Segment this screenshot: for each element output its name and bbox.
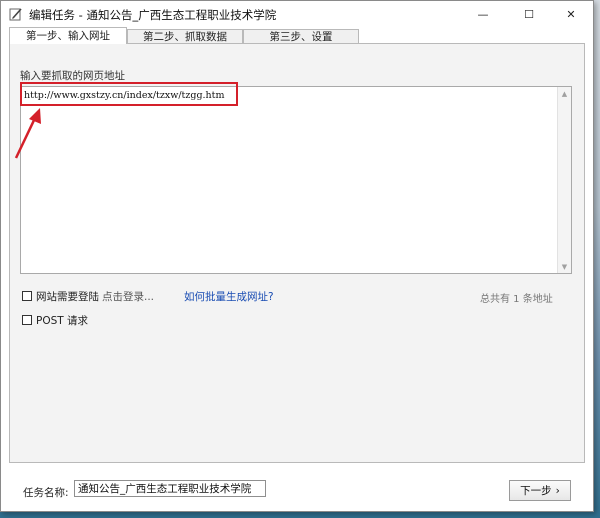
footer-bar: 任务名称: 下一步 › xyxy=(1,463,593,511)
vertical-scrollbar[interactable]: ▲ ▼ xyxy=(557,87,571,273)
close-button[interactable]: ✕ xyxy=(549,1,593,27)
task-name-label: 任务名称: xyxy=(23,487,69,499)
maximize-icon: ☐ xyxy=(524,7,534,21)
tab-strip: 第一步、输入网址 第二步、抓取数据 第三步、设置 xyxy=(9,27,585,44)
step-1-panel: 输入要抓取的网页地址 http://www.gxstzy.cn/index/tz… xyxy=(9,43,585,463)
url-text: http://www.gxstzy.cn/index/tzxw/tzgg.htm xyxy=(24,90,225,101)
click-login-link[interactable]: 点击登录... xyxy=(102,289,154,304)
edit-task-window: 编辑任务 - 通知公告_广西生态工程职业技术学院 — ☐ ✕ 第一步、输入网址 … xyxy=(0,0,594,512)
scroll-up-icon[interactable]: ▲ xyxy=(558,87,571,100)
tab-step-3-settings[interactable]: 第三步、设置 xyxy=(243,29,359,44)
minimize-button[interactable]: — xyxy=(461,1,505,27)
url-textarea[interactable]: http://www.gxstzy.cn/index/tzxw/tzgg.htm… xyxy=(20,86,572,274)
tab-label: 第一步、输入网址 xyxy=(26,30,110,42)
login-required-label: 网站需要登陆 xyxy=(36,291,99,303)
post-request-label: POST 请求 xyxy=(36,315,89,327)
chevron-right-icon: › xyxy=(555,484,560,497)
edit-pencil-icon xyxy=(9,8,22,21)
scroll-down-icon[interactable]: ▼ xyxy=(558,260,571,273)
batch-generate-url-link[interactable]: 如何批量生成网址? xyxy=(184,289,274,304)
login-required-checkbox[interactable] xyxy=(22,291,32,301)
close-icon: ✕ xyxy=(566,7,576,21)
url-input-label: 输入要抓取的网页地址 xyxy=(20,70,125,82)
tab-step-1-input-url[interactable]: 第一步、输入网址 xyxy=(9,27,127,44)
maximize-button[interactable]: ☐ xyxy=(507,1,551,27)
next-step-button[interactable]: 下一步 › xyxy=(509,480,571,501)
tab-label: 第二步、抓取数据 xyxy=(143,31,227,43)
task-name-input[interactable] xyxy=(74,480,266,497)
post-request-checkbox[interactable] xyxy=(22,315,32,325)
tab-label: 第三步、设置 xyxy=(269,31,333,43)
window-title: 编辑任务 - 通知公告_广西生态工程职业技术学院 xyxy=(29,8,277,22)
url-count-text: 总共有 1 条地址 xyxy=(480,294,553,305)
tab-step-2-scrape-data[interactable]: 第二步、抓取数据 xyxy=(127,29,243,44)
next-step-label: 下一步 xyxy=(520,485,552,497)
title-bar[interactable]: 编辑任务 - 通知公告_广西生态工程职业技术学院 — ☐ ✕ xyxy=(1,1,593,27)
minimize-icon: — xyxy=(477,7,489,21)
